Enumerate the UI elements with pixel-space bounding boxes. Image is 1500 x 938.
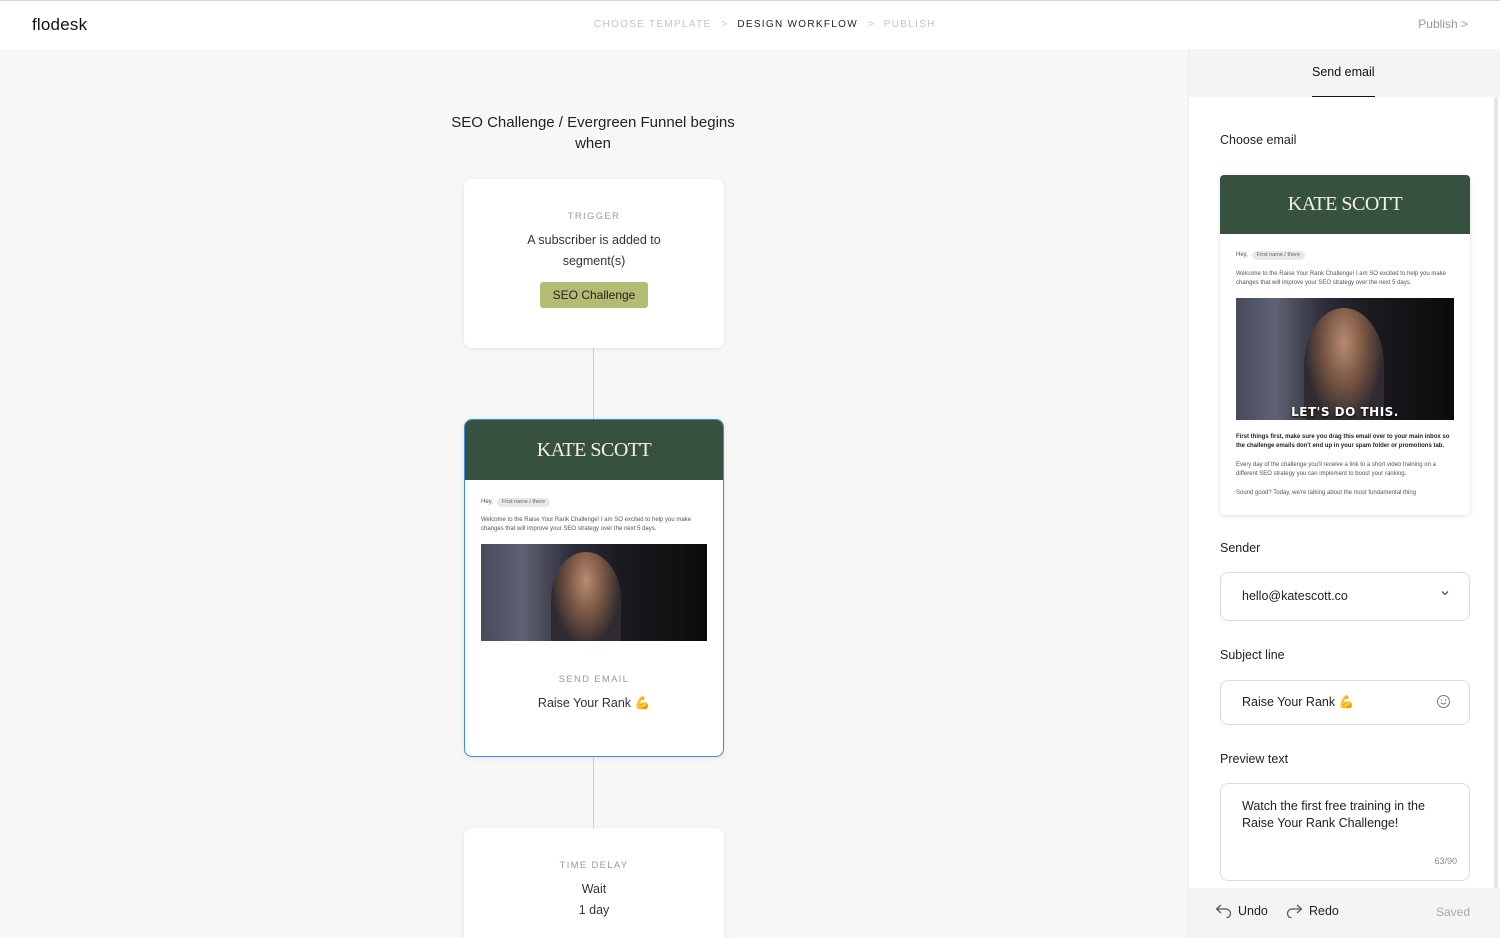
character-counter: 63/90 xyxy=(1434,856,1457,866)
flodesk-logo[interactable]: flodesk xyxy=(32,15,87,35)
redo-label: Redo xyxy=(1309,904,1339,918)
settings-panel: Send email Choose email KATE SCOTT Hey, … xyxy=(1188,49,1500,938)
emoji-picker-icon[interactable] xyxy=(1436,694,1451,712)
merge-tag: First name / there xyxy=(496,498,551,507)
preview-gif-image: LET'S DO THIS. xyxy=(1236,297,1454,420)
redo-button[interactable]: Redo xyxy=(1286,904,1339,918)
preview-paragraph: Sound good? Today, we're talking about t… xyxy=(1236,489,1417,496)
workflow-steps: CHOOSE TEMPLATE > DESIGN WORKFLOW > PUBL… xyxy=(594,19,936,30)
preview-greeting-text: Hey, xyxy=(1236,252,1248,258)
email-preview-thumbnail[interactable]: KATE SCOTT Hey, First name / there Welco… xyxy=(1220,175,1470,515)
email-intro: Welcome to the Raise Your Rank Challenge… xyxy=(481,517,692,532)
step-separator: > xyxy=(721,19,728,30)
preview-greeting: Hey, First name / there xyxy=(1236,251,1454,261)
choose-email-label: Choose email xyxy=(1220,133,1297,147)
publish-button[interactable]: Publish > xyxy=(1418,17,1468,31)
chevron-down-icon xyxy=(1439,587,1451,602)
trigger-label: TRIGGER xyxy=(567,211,621,222)
redo-icon xyxy=(1286,904,1303,918)
gif-caption: LET'S DO THIS. xyxy=(1291,405,1399,419)
trigger-card[interactable]: TRIGGER A subscriber is added to segment… xyxy=(464,179,724,348)
step-publish[interactable]: PUBLISH xyxy=(884,19,936,30)
subject-line-input[interactable]: Raise Your Rank 💪 xyxy=(1220,680,1470,725)
sender-label: Sender xyxy=(1220,541,1261,555)
tab-send-email[interactable]: Send email xyxy=(1312,65,1375,97)
send-email-label: SEND EMAIL xyxy=(558,674,630,685)
saved-status: Saved xyxy=(1435,905,1470,919)
undo-button[interactable]: Undo xyxy=(1215,904,1268,918)
workflow-title: SEO Challenge / Evergreen Funnel begins … xyxy=(451,114,735,152)
sender-value: hello@katescott.co xyxy=(1242,589,1348,603)
undo-icon xyxy=(1215,904,1232,918)
preview-brand-header: KATE SCOTT xyxy=(1220,175,1470,234)
preview-text-label: Preview text xyxy=(1220,752,1289,766)
time-delay-card[interactable]: TIME DELAY Wait 1 day xyxy=(464,828,724,938)
subject-line-value: Raise Your Rank 💪 xyxy=(1242,695,1355,709)
send-email-card[interactable]: KATE SCOTT Hey, First name / there Welco… xyxy=(464,419,724,757)
segment-badge[interactable]: SEO Challenge xyxy=(540,282,648,308)
email-brand-header: KATE SCOTT xyxy=(465,420,723,480)
preview-paragraph: Every day of the challenge you'll receiv… xyxy=(1236,461,1436,478)
send-email-subject: Raise Your Rank 💪 xyxy=(537,696,651,710)
time-delay-wait: Wait xyxy=(581,882,607,896)
top-bar: flodesk CHOOSE TEMPLATE > DESIGN WORKFLO… xyxy=(0,0,1500,49)
greeting-text: Hey, xyxy=(481,499,493,505)
connector-line xyxy=(593,348,594,420)
panel-footer: Undo Redo Saved xyxy=(1189,888,1500,938)
time-delay-label: TIME DELAY xyxy=(559,860,629,871)
email-greeting: Hey, First name / there xyxy=(481,498,707,507)
panel-scrollbar[interactable] xyxy=(1494,97,1498,907)
step-design-workflow[interactable]: DESIGN WORKFLOW xyxy=(737,19,858,30)
time-delay-duration: 1 day xyxy=(578,903,610,917)
sender-select[interactable]: hello@katescott.co xyxy=(1220,572,1470,621)
connector-line xyxy=(593,757,594,829)
preview-bold-paragraph: First things first, make sure you drag t… xyxy=(1236,433,1450,450)
preview-text-input[interactable]: Watch the first free training in the Rai… xyxy=(1220,783,1470,881)
step-separator: > xyxy=(867,19,874,30)
subject-line-label: Subject line xyxy=(1220,648,1285,662)
preview-merge-tag: First name / there xyxy=(1251,251,1306,261)
trigger-text: A subscriber is added to segment(s) xyxy=(527,233,661,268)
email-gif-image xyxy=(481,544,707,641)
panel-tab-bar: Send email xyxy=(1189,49,1500,97)
step-choose-template[interactable]: CHOOSE TEMPLATE xyxy=(594,19,711,30)
preview-text-value: Watch the first free training in the Rai… xyxy=(1242,799,1425,830)
undo-label: Undo xyxy=(1238,904,1268,918)
preview-intro: Welcome to the Raise Your Rank Challenge… xyxy=(1236,270,1447,287)
